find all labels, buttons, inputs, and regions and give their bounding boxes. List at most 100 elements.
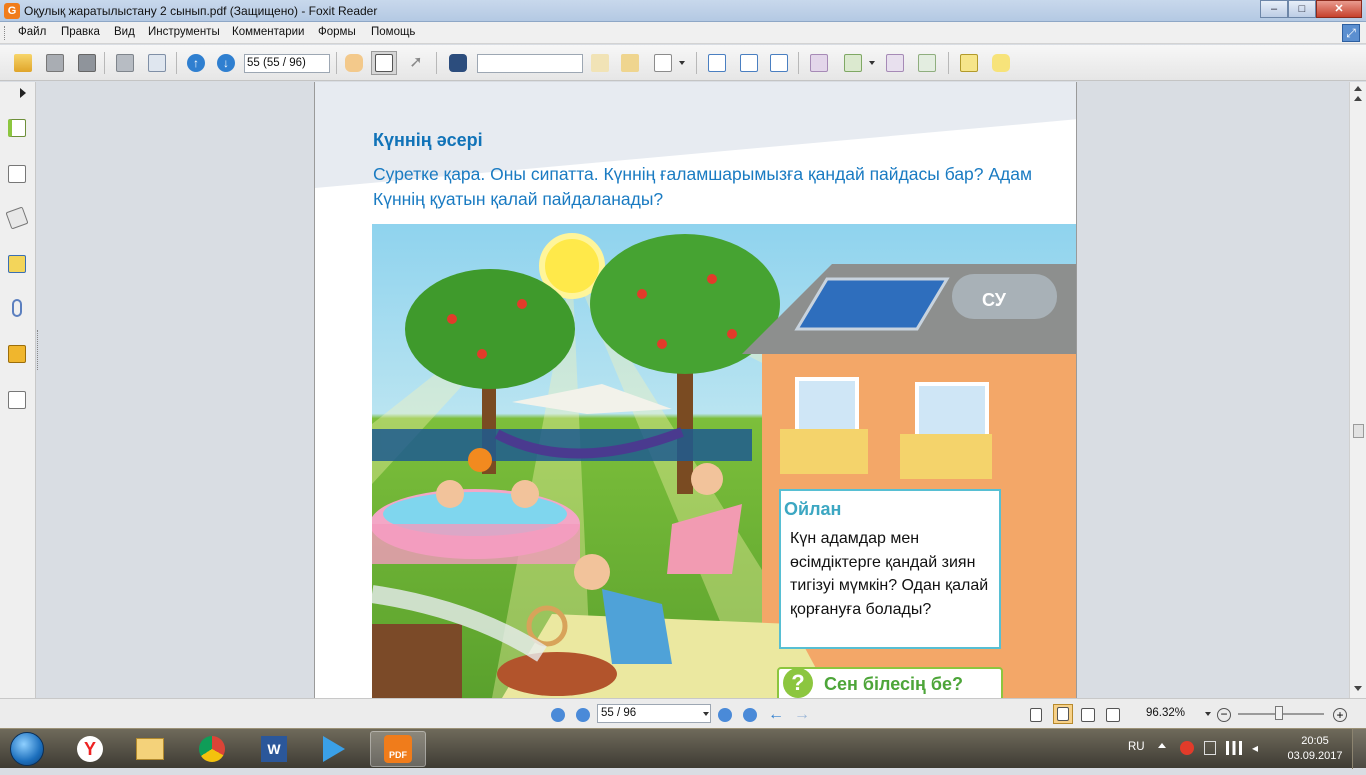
taskbar-explorer[interactable] — [122, 731, 178, 767]
close-button[interactable]: ✕ — [1316, 0, 1362, 18]
comments-icon[interactable] — [5, 252, 29, 276]
actual-size-icon[interactable] — [704, 51, 730, 75]
single-page-view-icon[interactable] — [1028, 707, 1044, 723]
scroll-thumb[interactable] — [1353, 424, 1364, 438]
pdf-export-icon[interactable] — [840, 51, 866, 75]
scroll-up-icon[interactable] — [1354, 86, 1362, 91]
taskbar-yandex[interactable]: Y — [62, 731, 118, 767]
menu-tools[interactable]: Инструменты — [148, 26, 220, 38]
windows-start-icon — [10, 732, 44, 766]
menu-file[interactable]: Файл — [18, 26, 46, 38]
zoom-dropdown-icon[interactable] — [1200, 706, 1216, 722]
text-viewer-dropdown-icon[interactable] — [676, 51, 688, 75]
search-input[interactable] — [477, 54, 583, 73]
page-question: Суретке қара. Оны сипатта. Күннің ғаламш… — [373, 164, 1033, 209]
taskbar-word[interactable]: W — [246, 731, 302, 767]
status-page-input[interactable]: 55 / 96 — [597, 704, 711, 723]
print-icon[interactable] — [112, 51, 138, 75]
folder-icon — [136, 738, 164, 760]
menu-forms[interactable]: Формы — [318, 26, 356, 38]
page-thumbnails-icon[interactable] — [5, 116, 29, 140]
save-as-icon[interactable] — [74, 51, 100, 75]
did-you-know-label: Сен білесің бе? — [824, 674, 963, 694]
pdf-page: Күннің әсері Суретке қара. Оны сипатта. … — [314, 82, 1077, 698]
note-icon[interactable] — [988, 51, 1014, 75]
page-heading: Күннің әсері — [373, 130, 483, 150]
clock-date[interactable]: 03.09.2017 — [1286, 750, 1344, 762]
taskbar: Y W PDF RU ◂ 20:05 03.09.2017 — [0, 728, 1366, 769]
back-arrow-icon[interactable]: ← — [768, 706, 784, 723]
hand-tool-icon[interactable] — [341, 51, 367, 75]
tray-expand-icon[interactable] — [1158, 743, 1166, 748]
find-binoculars-icon[interactable] — [445, 51, 471, 75]
taskbar-foxit[interactable]: PDF — [370, 731, 426, 767]
save-icon[interactable] — [42, 51, 68, 75]
foxit-pdf-icon: PDF — [384, 735, 412, 763]
find-previous-icon[interactable] — [587, 51, 613, 75]
chrome-icon — [199, 736, 225, 762]
pdf-create-icon[interactable] — [806, 51, 832, 75]
action-center-icon[interactable] — [1204, 741, 1216, 755]
pdf-split-icon[interactable] — [914, 51, 940, 75]
pdf-merge-icon[interactable] — [882, 51, 908, 75]
think-callout-text: Күн адамдар мен өсімдіктерге қандай зиян… — [790, 530, 989, 618]
page-number-input[interactable]: 55 (55 / 96) — [244, 54, 330, 73]
water-tank-label: СУ — [982, 290, 1007, 310]
select-text-icon[interactable] — [371, 51, 397, 75]
taskbar-media-player[interactable] — [306, 731, 362, 767]
next-page-status-icon[interactable] — [717, 707, 733, 723]
text-viewer-icon[interactable] — [650, 51, 676, 75]
pdf-export-dropdown-icon[interactable] — [866, 51, 878, 75]
open-icon[interactable] — [10, 51, 36, 75]
next-page-icon[interactable]: ↓ — [213, 51, 239, 75]
start-button[interactable] — [2, 730, 52, 768]
menu-view[interactable]: Вид — [114, 26, 135, 38]
panel-collapse-icon[interactable] — [20, 88, 26, 98]
last-page-icon[interactable] — [742, 707, 758, 723]
first-page-icon[interactable] — [550, 707, 566, 723]
forward-arrow-icon[interactable]: → — [794, 706, 810, 723]
minimize-button[interactable]: – — [1260, 0, 1288, 18]
menu-help[interactable]: Помощь — [371, 26, 415, 38]
previous-page-status-icon[interactable] — [575, 707, 591, 723]
fit-width-icon[interactable] — [766, 51, 792, 75]
taskbar-chrome[interactable] — [184, 731, 240, 767]
continuous-facing-view-icon[interactable] — [1105, 707, 1121, 723]
document-canvas[interactable]: Күннің әсері Суретке қара. Оны сипатта. … — [41, 82, 1348, 698]
typewriter-icon[interactable] — [956, 51, 982, 75]
vertical-scrollbar[interactable] — [1349, 82, 1366, 698]
page-dropdown-icon[interactable] — [698, 706, 714, 722]
network-signal-icon[interactable] — [1226, 741, 1242, 755]
language-indicator[interactable]: RU — [1128, 741, 1145, 753]
security-lock-icon[interactable] — [5, 342, 29, 366]
find-next-icon[interactable] — [617, 51, 643, 75]
bookmarks-icon[interactable] — [5, 206, 29, 230]
expand-view-icon[interactable]: ⤢ — [1342, 24, 1360, 42]
panel-splitter[interactable] — [37, 330, 40, 370]
pages-icon[interactable] — [5, 162, 29, 186]
yandex-browser-icon: Y — [77, 736, 103, 762]
continuous-view-icon[interactable] — [1053, 704, 1073, 724]
zoom-in-icon[interactable]: + — [1332, 707, 1348, 723]
scroll-down-icon[interactable] — [1354, 686, 1362, 691]
attachments-icon[interactable] — [5, 296, 29, 320]
show-desktop-button[interactable] — [1352, 729, 1366, 769]
menu-comments[interactable]: Комментарии — [232, 26, 304, 38]
scroll-up-page-icon[interactable] — [1354, 96, 1362, 101]
zoom-value[interactable]: 96.32% — [1146, 707, 1185, 719]
fit-page-icon[interactable] — [736, 51, 762, 75]
select-arrow-icon[interactable]: ➚ — [403, 51, 429, 75]
volume-icon[interactable]: ◂ — [1252, 741, 1266, 755]
think-callout-title: Ойлан — [784, 499, 842, 519]
zoom-out-icon[interactable]: − — [1216, 707, 1232, 723]
zoom-slider-thumb[interactable] — [1275, 706, 1283, 720]
maximize-button[interactable]: □ — [1288, 0, 1316, 18]
signature-icon[interactable] — [5, 388, 29, 412]
word-icon: W — [261, 736, 287, 762]
menu-edit[interactable]: Правка — [61, 26, 100, 38]
previous-page-icon[interactable]: ↑ — [183, 51, 209, 75]
clock-time[interactable]: 20:05 — [1290, 734, 1340, 749]
facing-view-icon[interactable] — [1080, 707, 1096, 723]
tray-app-icon[interactable] — [1180, 741, 1194, 755]
email-icon[interactable] — [144, 51, 170, 75]
